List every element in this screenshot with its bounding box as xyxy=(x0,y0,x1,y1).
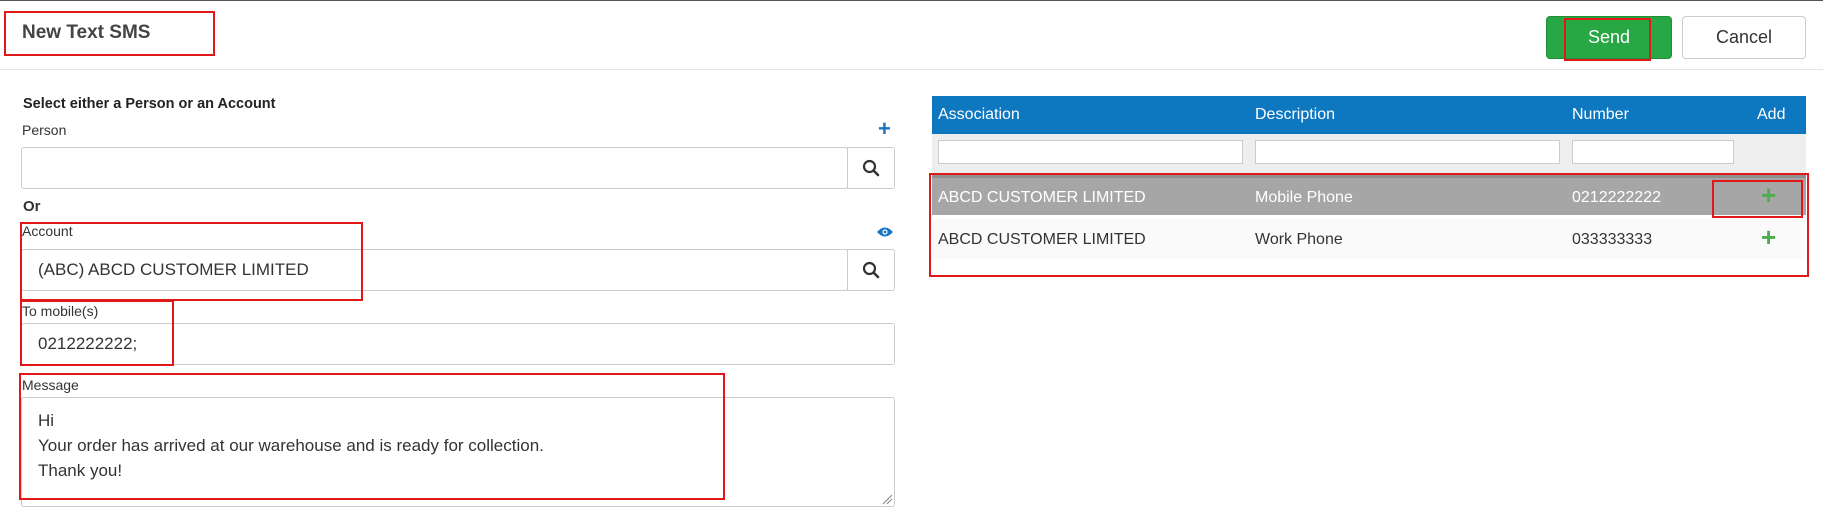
add-number-plus-icon[interactable]: + xyxy=(1761,182,1776,208)
account-input[interactable]: (ABC) ABCD CUSTOMER LIMITED xyxy=(21,249,848,291)
send-button[interactable]: Send xyxy=(1546,16,1672,59)
person-search-button[interactable] xyxy=(847,147,895,189)
add-number-plus-icon[interactable]: + xyxy=(1761,224,1776,250)
description-filter-input[interactable] xyxy=(1255,140,1560,164)
description-cell: Mobile Phone xyxy=(1255,189,1353,206)
to-mobile-input[interactable]: 0212222222; xyxy=(21,323,895,365)
description-cell: Work Phone xyxy=(1255,231,1343,248)
search-icon xyxy=(862,261,880,279)
association-filter-input[interactable] xyxy=(938,140,1243,164)
window-top-border xyxy=(0,0,1823,1)
message-label: Message xyxy=(22,377,79,393)
column-header-association[interactable]: Association xyxy=(938,106,1020,124)
person-label: Person xyxy=(22,122,67,138)
header-divider xyxy=(0,69,1823,70)
association-cell: ABCD CUSTOMER LIMITED xyxy=(938,231,1146,248)
grid-header: Association Description Number Add xyxy=(932,96,1806,134)
resize-handle-icon[interactable] xyxy=(881,493,893,505)
add-person-plus-icon[interactable]: + xyxy=(878,118,891,140)
page-title: New Text SMS xyxy=(22,22,151,43)
number-cell: 0212222222 xyxy=(1572,189,1661,206)
cancel-button[interactable]: Cancel xyxy=(1682,16,1806,59)
number-filter-input[interactable] xyxy=(1572,140,1734,164)
to-mobile-label: To mobile(s) xyxy=(22,303,99,319)
message-textarea[interactable]: Hi Your order has arrived at our warehou… xyxy=(21,397,895,507)
grid-filter-row xyxy=(932,134,1806,174)
search-icon xyxy=(862,159,880,177)
table-row[interactable]: ABCD CUSTOMER LIMITED Work Phone 0333333… xyxy=(932,219,1806,259)
column-header-description[interactable]: Description xyxy=(1255,106,1335,124)
table-row[interactable]: ABCD CUSTOMER LIMITED Mobile Phone 02122… xyxy=(932,175,1806,215)
account-label: Account xyxy=(22,223,73,239)
account-search-button[interactable] xyxy=(847,249,895,291)
column-header-number[interactable]: Number xyxy=(1572,106,1629,124)
person-input[interactable] xyxy=(21,147,848,189)
or-label: Or xyxy=(23,198,41,215)
number-cell: 033333333 xyxy=(1572,231,1653,248)
column-header-add: Add xyxy=(1757,106,1786,123)
association-cell: ABCD CUSTOMER LIMITED xyxy=(938,189,1146,206)
view-account-eye-icon[interactable] xyxy=(876,225,894,243)
select-instruction: Select either a Person or an Account xyxy=(23,96,276,112)
